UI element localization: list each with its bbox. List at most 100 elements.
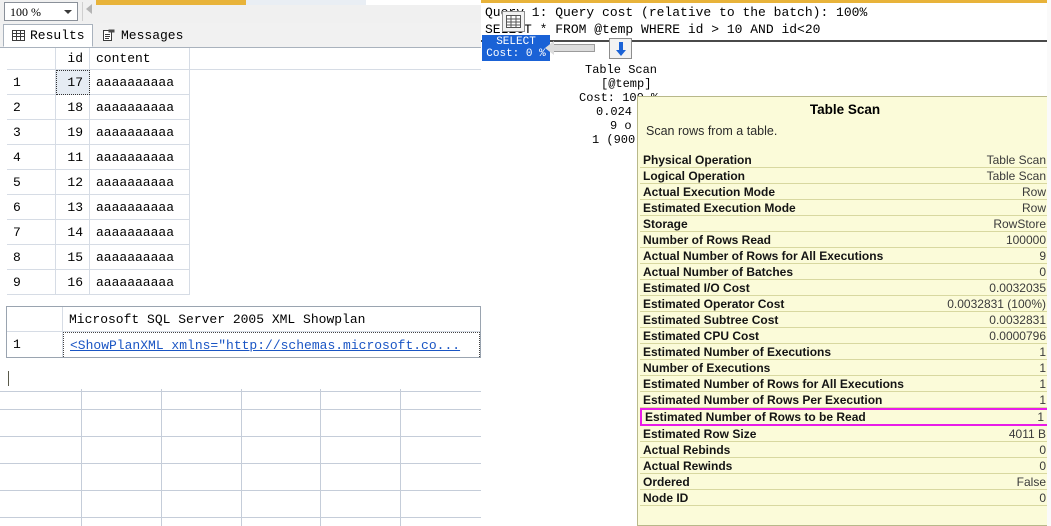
results-row-filler (190, 245, 481, 270)
results-col-header[interactable]: id (56, 48, 90, 70)
tooltip-property-key: Estimated Number of Rows for All Executi… (643, 377, 904, 391)
results-row-number[interactable]: 5 (7, 170, 56, 195)
showplan-col-header (7, 307, 63, 332)
results-table[interactable]: idcontent117aaaaaaaaaa218aaaaaaaaaa319aa… (0, 48, 481, 296)
plan-node-select-cost: Cost: 0 % (482, 48, 550, 60)
tooltip-property-value: RowStore (993, 217, 1046, 231)
tooltip-property-key: Physical Operation (643, 153, 752, 167)
tooltip-property-row: Physical Operation Table Scan (640, 152, 1050, 168)
results-cell[interactable]: 11 (56, 145, 90, 170)
plan-node-tablescan-line1: Table Scan (585, 63, 657, 77)
triangle-left-icon[interactable] (86, 4, 92, 14)
results-row-number[interactable]: 6 (7, 195, 56, 220)
results-cell[interactable]: 14 (56, 220, 90, 245)
results-cell[interactable]: 17 (56, 70, 90, 95)
results-row-filler (190, 70, 481, 95)
tooltip-property-value: 1 (1037, 410, 1044, 424)
results-cell[interactable]: aaaaaaaaaa (90, 270, 190, 295)
tooltip-property-key: Actual Execution Mode (643, 185, 775, 199)
results-cell[interactable]: aaaaaaaaaa (90, 220, 190, 245)
tooltip-property-value: 1 (1039, 345, 1046, 359)
tooltip-property-value: 0.0000796 (989, 329, 1046, 343)
results-cell[interactable]: aaaaaaaaaa (90, 145, 190, 170)
down-arrow-head-glyph (616, 50, 626, 56)
zoom-level-dropdown[interactable]: 100 % (4, 2, 78, 21)
message-icon (103, 29, 116, 42)
tab-results-label: Results (30, 28, 85, 43)
results-cell[interactable]: 19 (56, 120, 90, 145)
tooltip-property-value: False (1017, 475, 1046, 489)
plan-scrollbar[interactable] (1047, 0, 1051, 526)
table-scan-icon[interactable] (609, 38, 632, 59)
tooltip-property-row: Estimated Subtree Cost0.0032831 (640, 312, 1050, 328)
results-cell[interactable]: aaaaaaaaaa (90, 120, 190, 145)
results-cell[interactable]: aaaaaaaaaa (90, 95, 190, 120)
tooltip-property-value: 1 (1039, 361, 1046, 375)
tooltip-property-row: Actual Execution Mode Row (640, 184, 1050, 200)
tooltip-property-row-highlighted: Estimated Number of Rows to be Read 1 (640, 408, 1050, 426)
tab-messages[interactable]: Messages (95, 24, 195, 47)
results-cell[interactable]: aaaaaaaaaa (90, 195, 190, 220)
plan-node-select[interactable]: SELECT Cost: 0 % (482, 35, 550, 61)
tooltip-property-row: Actual Number of Rows for All Executions… (640, 248, 1050, 264)
tooltip-property-row: Number of Rows Read100000 (640, 232, 1050, 248)
empty-gridline-v (400, 389, 401, 526)
results-row-filler (190, 145, 481, 170)
results-row-number[interactable]: 1 (7, 70, 56, 95)
results-cell[interactable]: 12 (56, 170, 90, 195)
chevron-down-icon[interactable] (64, 10, 72, 14)
results-cell[interactable]: 15 (56, 245, 90, 270)
plan-node-tablescan-line5: 9 o (610, 119, 632, 133)
tooltip-property-row: Number of Executions1 (640, 360, 1050, 376)
results-cell[interactable]: aaaaaaaaaa (90, 70, 190, 95)
tooltip-property-value: 0 (1039, 459, 1046, 473)
tooltip-property-value: 9 (1039, 249, 1046, 263)
results-col-header-rownum[interactable] (7, 48, 56, 70)
tooltip-property-value: 0.0032831 (100%) (947, 297, 1046, 311)
results-row-number[interactable]: 4 (7, 145, 56, 170)
tab-results[interactable]: Results (3, 24, 93, 47)
tooltip-property-row: Estimated Execution ModeRow (640, 200, 1050, 216)
tooltip-property-key: Estimated Number of Rows to be Read (645, 410, 866, 424)
tooltip-property-key: Estimated Row Size (643, 427, 756, 441)
results-row-number[interactable]: 9 (7, 270, 56, 295)
showplan-table[interactable]: Microsoft SQL Server 2005 XML Showplan 1… (6, 306, 481, 358)
toolbar-strip-blue (246, 0, 366, 5)
select-result-icon (502, 11, 525, 32)
tooltip-property-value: Table Scan (987, 153, 1046, 167)
plan-node-tablescan-line4: 0.024 (596, 105, 632, 119)
results-row-filler (190, 195, 481, 220)
results-cell[interactable]: aaaaaaaaaa (90, 245, 190, 270)
tooltip-property-row: Estimated Number of Rows for All Executi… (640, 376, 1050, 392)
results-row-filler (190, 120, 481, 145)
plan-node-tablescan-line2: [@temp] (601, 77, 651, 91)
tooltip-property-row: Node ID0 (640, 490, 1050, 506)
tooltip-property-key: Estimated Subtree Cost (643, 313, 778, 327)
tooltip-property-value: Row (1022, 185, 1046, 199)
plan-divider (481, 40, 1051, 42)
results-cell[interactable]: 16 (56, 270, 90, 295)
results-cell[interactable]: 13 (56, 195, 90, 220)
results-row-number[interactable]: 3 (7, 120, 56, 145)
plan-node-select-label: SELECT (482, 36, 550, 48)
results-row-number[interactable]: 7 (7, 220, 56, 245)
tooltip-property-key: Actual Number of Rows for All Executions (643, 249, 883, 263)
results-tabstrip: Results Messages (0, 23, 481, 48)
results-cell[interactable]: 18 (56, 95, 90, 120)
showplan-xml-link-cell[interactable]: <ShowPlanXML xmlns="http://schemas.micro… (63, 332, 480, 357)
results-row-filler (190, 270, 481, 295)
tooltip-property-key: Estimated I/O Cost (643, 281, 750, 295)
tab-messages-label: Messages (121, 28, 183, 43)
results-cell[interactable]: aaaaaaaaaa (90, 170, 190, 195)
results-row-number[interactable]: 8 (7, 245, 56, 270)
results-col-header[interactable]: content (90, 48, 190, 70)
showplan-column-header-label[interactable]: Microsoft SQL Server 2005 XML Showplan (63, 307, 480, 332)
toolbar-strip-white (366, 0, 481, 5)
tooltip-property-key: Estimated Number of Executions (643, 345, 831, 359)
tooltip-property-value: 0.0032035 (989, 281, 1046, 295)
tooltip-property-key: Storage (643, 217, 688, 231)
execution-plan-pane: Query 1: Query cost (relative to the bat… (481, 0, 1051, 526)
results-row-number[interactable]: 2 (7, 95, 56, 120)
showplan-xml-link[interactable]: <ShowPlanXML xmlns="http://schemas.micro… (70, 338, 460, 353)
tooltip-property-row: Storage RowStore (640, 216, 1050, 232)
